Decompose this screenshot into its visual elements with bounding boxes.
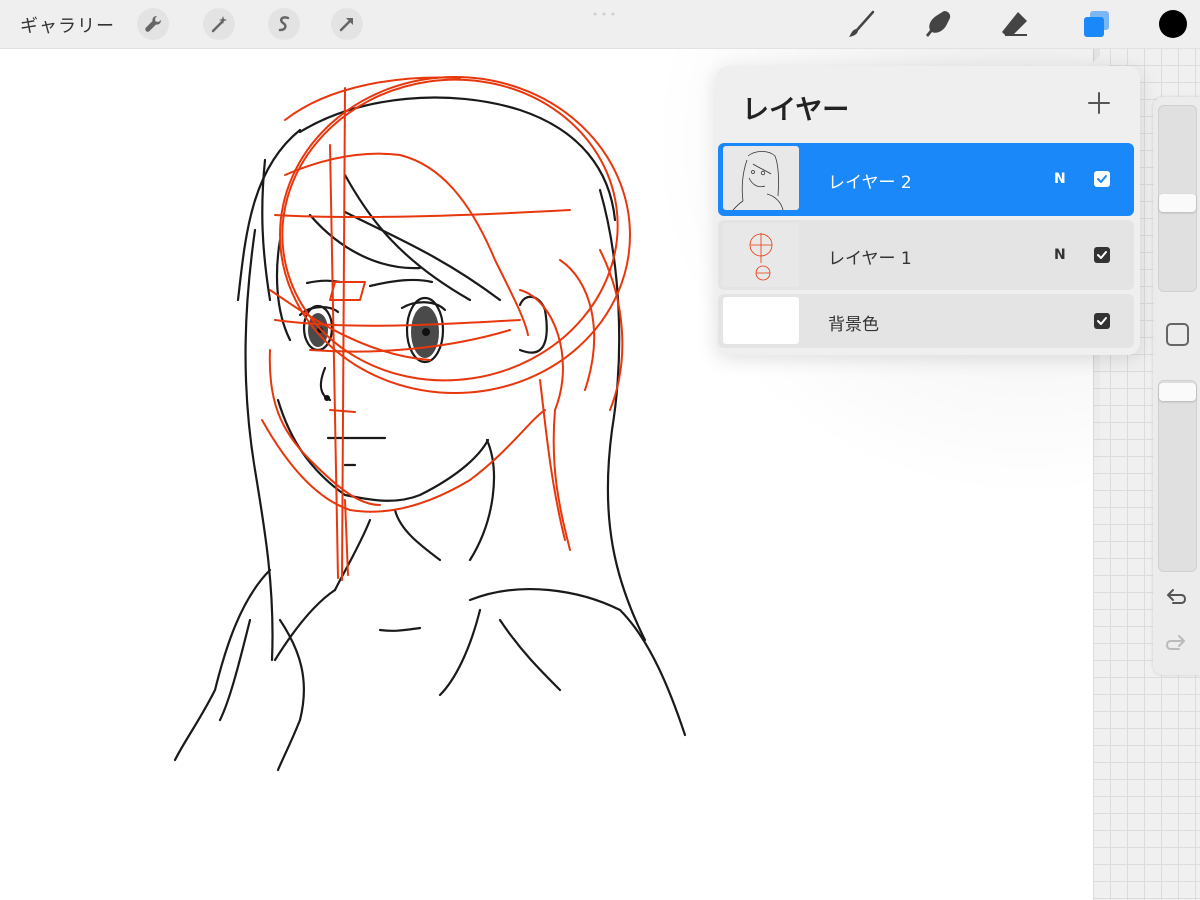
plus-icon — [1088, 92, 1110, 114]
checkmark-icon — [1097, 175, 1107, 183]
layers-button[interactable] — [1078, 6, 1114, 42]
redo-button[interactable] — [1165, 633, 1187, 657]
eraser-tool-button[interactable] — [997, 6, 1033, 42]
move-arrow-icon — [339, 18, 353, 32]
layer-thumbnail — [723, 223, 799, 287]
background-color-swatch — [723, 297, 799, 344]
side-toolbar — [1153, 97, 1200, 675]
checkmark-icon — [1097, 251, 1107, 259]
transform-button[interactable] — [331, 8, 363, 40]
gallery-button[interactable]: ギャラリー — [20, 12, 115, 38]
background-color-row[interactable]: 背景色 — [718, 294, 1134, 348]
selection-button[interactable] — [268, 8, 300, 40]
layer-name: 背景色 — [828, 315, 879, 335]
opacity-thumb[interactable] — [1159, 383, 1196, 401]
blend-mode-button[interactable]: N — [1054, 247, 1066, 263]
layer-name: レイヤー 2 — [828, 173, 912, 193]
brush-size-slider[interactable] — [1158, 105, 1197, 292]
actions-button[interactable] — [137, 8, 169, 40]
adjustments-button[interactable] — [203, 8, 235, 40]
eraser-icon — [1002, 12, 1027, 36]
modify-button[interactable] — [1166, 323, 1189, 346]
opacity-slider[interactable] — [1158, 380, 1197, 572]
layers-panel-title: レイヤー — [742, 95, 850, 126]
blend-mode-button[interactable]: N — [1054, 171, 1066, 187]
checkmark-icon — [1097, 317, 1107, 325]
wrench-icon — [145, 16, 161, 32]
layer-visibility-checkbox[interactable] — [1094, 171, 1110, 187]
smudge-tool-button[interactable] — [920, 6, 956, 42]
smudge-icon — [926, 11, 951, 37]
selection-icon — [278, 16, 290, 32]
brush-icon — [849, 10, 875, 37]
undo-button[interactable] — [1165, 587, 1187, 611]
top-toolbar: ギャラリー — [0, 0, 1200, 49]
layer-row-2[interactable]: レイヤー 2 N — [718, 143, 1134, 216]
layer-visibility-checkbox[interactable] — [1094, 313, 1110, 329]
layer-thumbnail — [723, 146, 799, 210]
brush-size-thumb[interactable] — [1159, 194, 1196, 212]
color-picker-button[interactable] — [1159, 10, 1187, 38]
layer-visibility-checkbox[interactable] — [1094, 247, 1110, 263]
layer-name: レイヤー 1 — [828, 249, 912, 269]
layers-icon — [1084, 11, 1109, 37]
layers-panel: レイヤー レイヤー 2 N レイヤー 1 N 背景色 — [716, 66, 1140, 355]
redo-icon — [1165, 635, 1185, 650]
layer-row-1[interactable]: レイヤー 1 N — [718, 220, 1134, 290]
add-layer-button[interactable] — [1086, 90, 1112, 116]
brush-tool-button[interactable] — [843, 6, 879, 42]
multitasking-dots-icon — [593, 12, 615, 16]
undo-icon — [1167, 589, 1187, 604]
magic-wand-icon — [211, 16, 227, 33]
